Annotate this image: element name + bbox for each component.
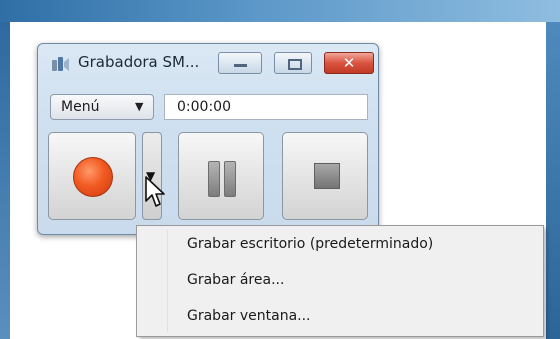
record-options-menu: Grabar escritorio (predeterminado) Graba… xyxy=(136,225,544,337)
mouse-pointer-icon xyxy=(145,176,165,207)
minimize-icon xyxy=(234,64,247,67)
record-button[interactable] xyxy=(48,132,136,220)
pause-bar-right xyxy=(224,161,236,197)
elapsed-time-display: 0:00:00 xyxy=(164,94,368,120)
close-button[interactable]: ✕ xyxy=(324,52,374,74)
record-icon xyxy=(73,157,113,197)
minimize-button[interactable] xyxy=(218,52,262,74)
desktop-background-right xyxy=(546,22,560,339)
recorder-window: Grabadora SM... ✕ Menú ▼ 0:00:00 ▼ xyxy=(37,43,379,235)
maximize-icon xyxy=(288,59,302,70)
stop-icon xyxy=(314,163,340,189)
maximize-button[interactable] xyxy=(274,52,312,74)
menu-item-record-window[interactable]: Grabar ventana... xyxy=(187,308,311,324)
elapsed-time-value: 0:00:00 xyxy=(177,99,231,115)
close-icon: ✕ xyxy=(342,54,356,72)
pause-button[interactable] xyxy=(178,132,264,220)
menu-item-record-area[interactable]: Grabar área... xyxy=(187,272,284,288)
menu-item-record-desktop[interactable]: Grabar escritorio (predeterminado) xyxy=(187,236,433,252)
desktop-background-top xyxy=(0,0,560,22)
menu-gutter-divider xyxy=(167,230,168,332)
stop-button[interactable] xyxy=(282,132,368,220)
chevron-down-icon: ▼ xyxy=(135,100,144,113)
pause-bar-left xyxy=(208,161,220,197)
sound-recorder-icon xyxy=(52,57,69,71)
menu-button[interactable]: Menú ▼ xyxy=(50,94,154,120)
title-bar[interactable]: Grabadora SM... ✕ xyxy=(38,44,378,82)
menu-label: Menú xyxy=(61,99,100,115)
desktop-background-left xyxy=(0,22,10,339)
window-title: Grabadora SM... xyxy=(78,53,200,71)
